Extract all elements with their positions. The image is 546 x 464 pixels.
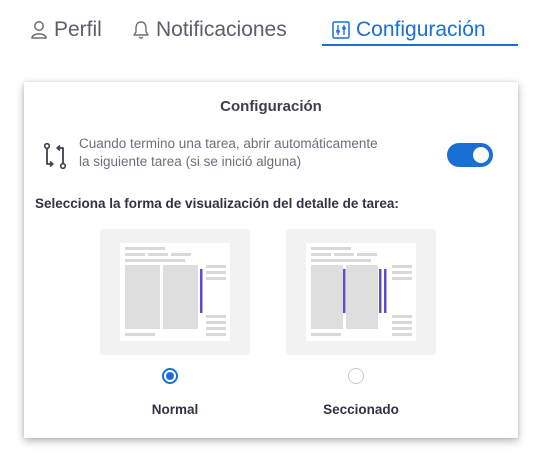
tab-notificaciones[interactable]: Notificaciones: [131, 14, 287, 46]
seccionado-radio[interactable]: [348, 368, 364, 384]
view-option-seccionado: Seccionado: [286, 229, 436, 417]
tab-perfil[interactable]: Perfil: [29, 14, 102, 46]
tab-perfil-label: Perfil: [54, 18, 102, 41]
bell-icon: [131, 19, 151, 41]
view-option-normal: Normal: [100, 229, 250, 417]
tab-notificaciones-label: Notificaciones: [156, 18, 287, 41]
settings-card: Configuración Cuando termino una tarea, …: [24, 82, 518, 438]
auto-next-line2: la siguiente tarea (si se inició alguna): [79, 154, 302, 169]
card-title: Configuración: [220, 98, 322, 115]
auto-next-description: Cuando termino una tarea, abrir automáti…: [79, 135, 439, 171]
seccionado-layout-illustration: [306, 243, 416, 341]
auto-next-toggle[interactable]: [447, 143, 493, 167]
normal-layout-illustration: [120, 243, 230, 341]
normal-radio[interactable]: [162, 368, 178, 384]
active-tab-indicator: [322, 44, 518, 46]
view-mode-label: Selecciona la forma de visualización del…: [35, 196, 399, 211]
tab-configuracion-label: Configuración: [356, 18, 486, 41]
settings-tabs: Perfil Notificaciones Configuración: [0, 0, 546, 50]
user-icon: [29, 19, 49, 41]
auto-next-line1: Cuando termino una tarea, abrir automáti…: [79, 136, 378, 151]
seccionado-option-label: Seccionado: [323, 402, 399, 417]
normal-layout-preview[interactable]: [100, 229, 250, 355]
normal-option-label: Normal: [151, 402, 199, 417]
sliders-icon: [331, 19, 351, 41]
seccionado-layout-preview[interactable]: [286, 229, 436, 355]
tab-configuracion[interactable]: Configuración: [331, 14, 486, 46]
toggle-knob: [473, 147, 489, 163]
flow-icon: [42, 142, 68, 170]
